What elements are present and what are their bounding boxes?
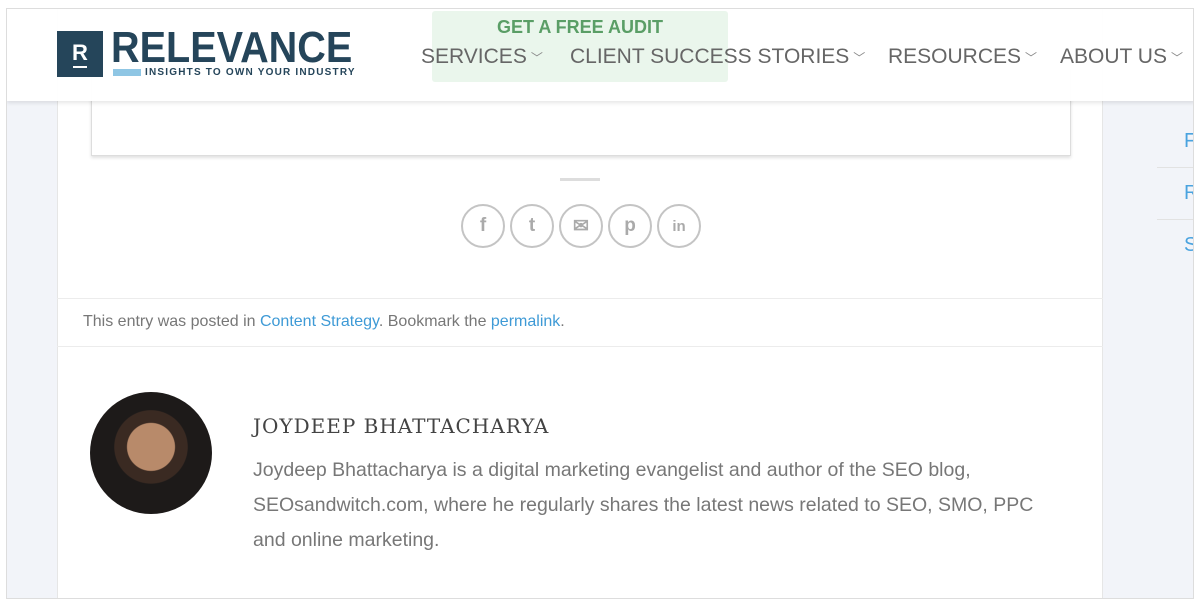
avatar [90, 392, 212, 514]
chevron-down-icon: ﹀ [1170, 50, 1183, 65]
page: GET A FREE AUDIT R RELEVANCE INSIGHTS TO… [6, 8, 1194, 599]
nav-about-us[interactable]: ABOUT US ﹀ [1060, 45, 1183, 69]
divider [560, 178, 600, 181]
divider [1157, 219, 1193, 220]
logo-name: RELEVANCE [111, 23, 353, 72]
divider [1157, 167, 1193, 168]
logo-mark: R [57, 31, 103, 77]
nav-services[interactable]: SERVICES ﹀ [421, 45, 543, 69]
twitter-icon[interactable]: t [510, 204, 554, 248]
author-name: JOYDEEP BHATTACHARYA [253, 414, 550, 438]
nav-label: ABOUT US [1060, 45, 1167, 68]
email-icon[interactable]: ✉ [559, 204, 603, 248]
chevron-down-icon: ﹀ [853, 50, 866, 65]
category-link[interactable]: Content Strategy [260, 313, 379, 330]
chevron-down-icon: ﹀ [530, 50, 543, 65]
meta-text: . [560, 313, 565, 330]
post-meta: This entry was posted in Content Strateg… [57, 298, 1103, 347]
author-bio: Joydeep Bhattacharya is a digital market… [253, 459, 1034, 551]
pinterest-icon[interactable]: p [608, 204, 652, 248]
nav-client-success-stories[interactable]: CLIENT SUCCESS STORIES ﹀ [570, 45, 865, 69]
linkedin-icon[interactable]: in [657, 204, 701, 248]
chevron-down-icon: ﹀ [1025, 50, 1038, 65]
sidebar-link[interactable]: S [1184, 234, 1193, 257]
sidebar-link[interactable]: R [1184, 182, 1193, 205]
nav-label: CLIENT SUCCESS STORIES [570, 45, 850, 68]
meta-text: . Bookmark the [378, 313, 491, 330]
logo-tagline: INSIGHTS TO OWN YOUR INDUSTRY [145, 67, 356, 78]
nav-resources[interactable]: RESOURCES ﹀ [888, 45, 1037, 69]
facebook-icon[interactable]: f [461, 204, 505, 248]
logo-bar [113, 69, 141, 76]
nav-label: RESOURCES [888, 45, 1022, 68]
sidebar-link[interactable]: F [1184, 130, 1193, 153]
permalink-link[interactable]: permalink [491, 313, 560, 330]
nav-label: SERVICES [421, 45, 527, 68]
meta-text: This entry was posted in [83, 313, 260, 330]
